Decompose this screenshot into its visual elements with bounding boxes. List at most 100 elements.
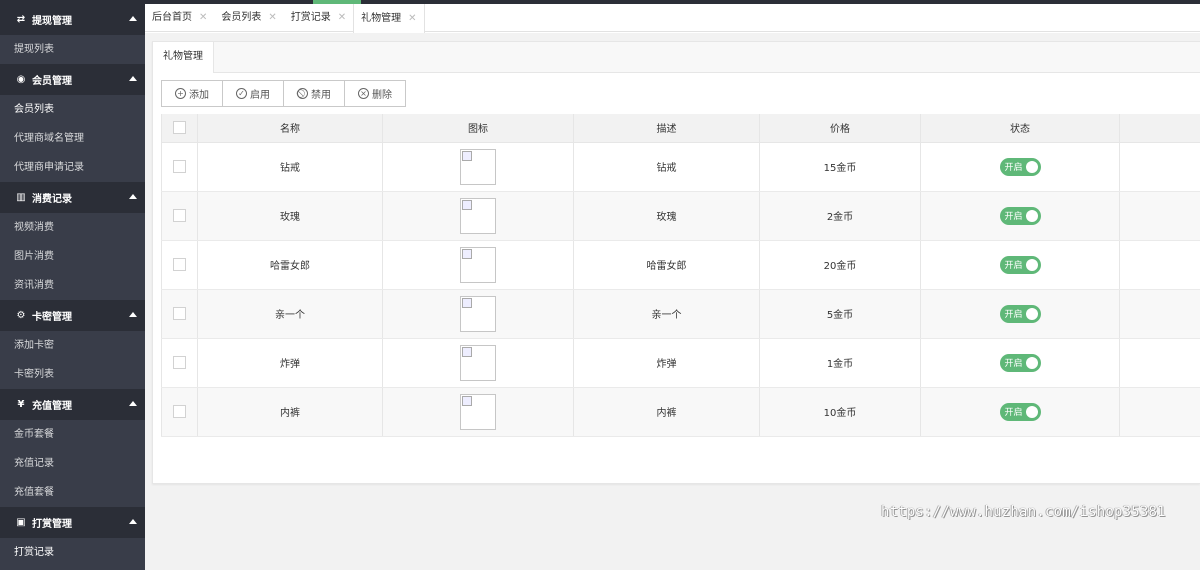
gift-table: 名称 图标 描述 价格 状态 钻戒 钻戒 15金币 开启 玫瑰 玫瑰 2金币 开… <box>161 114 1200 437</box>
row-select-cell <box>161 240 198 290</box>
sidebar-group-label: 打赏管理 <box>32 519 72 530</box>
row-checkbox[interactable] <box>173 209 186 222</box>
broken-image-icon <box>460 246 496 283</box>
enable-button[interactable]: ✓ 启用 <box>223 81 284 106</box>
sidebar-item-add-card[interactable]: 添加卡密 <box>0 331 145 360</box>
cell-price: 1金币 <box>759 338 921 388</box>
close-icon[interactable]: ✕ <box>199 4 207 32</box>
toggle-knob <box>1025 356 1038 369</box>
row-checkbox[interactable] <box>173 160 186 173</box>
cell-status: 开启 <box>920 338 1120 388</box>
add-button[interactable]: + 添加 <box>162 81 223 106</box>
cell-price: 20金币 <box>759 240 921 290</box>
close-icon[interactable]: ✕ <box>268 4 276 32</box>
cell-description: 炸弹 <box>573 338 760 388</box>
card-tab-gift-management[interactable]: 礼物管理 <box>153 42 214 73</box>
row-checkbox[interactable] <box>173 307 186 320</box>
row-select-cell <box>161 289 198 339</box>
yen-icon: ¥ <box>17 399 25 410</box>
bar-chart-icon: ▥ <box>16 192 26 203</box>
column-header-status[interactable]: 状态 <box>920 114 1120 143</box>
sidebar-item-image-consumption[interactable]: 图片消费 <box>0 242 145 271</box>
sidebar-item-member-list[interactable]: 会员列表 <box>0 95 145 124</box>
toggle-knob <box>1025 258 1038 271</box>
cell-extra <box>1119 289 1200 339</box>
sidebar-item-video-consumption[interactable]: 视频消费 <box>0 213 145 242</box>
sidebar-item-card-list[interactable]: 卡密列表 <box>0 360 145 389</box>
column-header-description[interactable]: 描述 <box>573 114 760 143</box>
disable-button[interactable]: ⃠禁用 <box>284 81 345 106</box>
cell-extra <box>1119 387 1200 437</box>
cell-price: 15金币 <box>759 142 921 192</box>
sidebar-group-label: 消费记录 <box>32 194 72 205</box>
sidebar-item-coin-packages[interactable]: 金币套餐 <box>0 420 145 449</box>
table-row: 哈雷女郎 哈雷女郎 20金币 开启 <box>161 240 1200 290</box>
column-header-name[interactable]: 名称 <box>197 114 383 143</box>
sidebar-group-rewards[interactable]: ▣ 打赏管理 <box>0 507 145 538</box>
sidebar-group-withdraw[interactable]: ⇄ 提现管理 <box>0 4 145 35</box>
sidebar-group-label: 充值管理 <box>32 401 72 412</box>
sidebar-group-consumption[interactable]: ▥ 消费记录 <box>0 182 145 213</box>
cell-extra <box>1119 191 1200 241</box>
status-toggle[interactable]: 开启 <box>999 353 1041 372</box>
row-checkbox[interactable] <box>173 258 186 271</box>
sidebar-group-label: 提现管理 <box>32 16 72 27</box>
close-icon[interactable]: ✕ <box>408 5 416 33</box>
status-toggle[interactable]: 开启 <box>999 255 1041 274</box>
cell-name: 钻戒 <box>197 142 383 192</box>
status-toggle[interactable]: 开启 <box>999 304 1041 323</box>
main-content: 礼物管理 +添加 ✓启用 ⃠禁用 ×删除 名称 图标 描述 价格 状态 <box>145 33 1200 570</box>
card-tab-bar: 礼物管理 <box>153 42 1200 73</box>
cell-icon <box>382 338 574 388</box>
toggle-knob <box>1025 405 1038 418</box>
broken-image-icon <box>460 393 496 430</box>
ban-icon: ⃠ <box>297 88 308 99</box>
row-checkbox[interactable] <box>173 356 186 369</box>
sidebar-item-reward-records[interactable]: 打赏记录 <box>0 538 145 567</box>
tab-label: 会员列表 <box>221 12 262 23</box>
sidebar-item-recharge-packages[interactable]: 充值套餐 <box>0 478 145 507</box>
tab-strip: 后台首页 ✕ 会员列表 ✕ 打赏记录 ✕ 礼物管理 ✕ <box>145 4 1200 33</box>
tab-gift-management[interactable]: 礼物管理 ✕ <box>353 4 425 33</box>
cell-extra <box>1119 240 1200 290</box>
row-select-cell <box>161 338 198 388</box>
sidebar-group-members[interactable]: ◉ 会员管理 <box>0 64 145 95</box>
cell-extra <box>1119 338 1200 388</box>
broken-image-icon <box>460 295 496 332</box>
sidebar-item-agent-applications[interactable]: 代理商申请记录 <box>0 153 145 182</box>
disable-button-label: 禁用 <box>311 90 331 101</box>
broken-image-icon <box>460 344 496 381</box>
camera-icon: ▣ <box>16 517 26 528</box>
cell-name: 炸弹 <box>197 338 383 388</box>
table-row: 内裤 内裤 10金币 开启 <box>161 387 1200 437</box>
sidebar-group-cards[interactable]: ⚙ 卡密管理 <box>0 300 145 331</box>
cell-status: 开启 <box>920 387 1120 437</box>
status-toggle[interactable]: 开启 <box>999 402 1041 421</box>
tab-member-list[interactable]: 会员列表 ✕ <box>214 4 283 32</box>
column-header-icon[interactable]: 图标 <box>382 114 574 143</box>
row-checkbox[interactable] <box>173 405 186 418</box>
sidebar-item-recharge-records[interactable]: 充值记录 <box>0 449 145 478</box>
row-select-cell <box>161 387 198 437</box>
delete-button[interactable]: × 删除 <box>345 81 405 106</box>
select-all-checkbox[interactable] <box>173 121 186 135</box>
close-icon[interactable]: ✕ <box>338 4 346 32</box>
status-toggle[interactable]: 开启 <box>999 206 1041 225</box>
tab-dashboard[interactable]: 后台首页 ✕ <box>145 4 214 32</box>
tab-reward-records[interactable]: 打赏记录 ✕ <box>284 4 353 32</box>
column-header-price[interactable]: 价格 <box>759 114 921 143</box>
row-select-cell <box>161 191 198 241</box>
status-toggle-label: 开启 <box>1004 408 1023 418</box>
sidebar-item-withdraw-list[interactable]: 提现列表 <box>0 35 145 64</box>
delete-button-label: 删除 <box>372 90 392 101</box>
sidebar-item-agent-domains[interactable]: 代理商域名管理 <box>0 124 145 153</box>
sidebar-group-recharge[interactable]: ¥ 充值管理 <box>0 389 145 420</box>
enable-button-label: 启用 <box>250 90 270 101</box>
caret-up-icon <box>129 401 137 406</box>
tab-label: 礼物管理 <box>361 12 402 24</box>
cell-description: 哈雷女郎 <box>573 240 760 290</box>
cell-icon <box>382 289 574 339</box>
status-toggle[interactable]: 开启 <box>999 157 1041 176</box>
cell-status: 开启 <box>920 191 1120 241</box>
sidebar-item-news-consumption[interactable]: 资讯消费 <box>0 271 145 300</box>
